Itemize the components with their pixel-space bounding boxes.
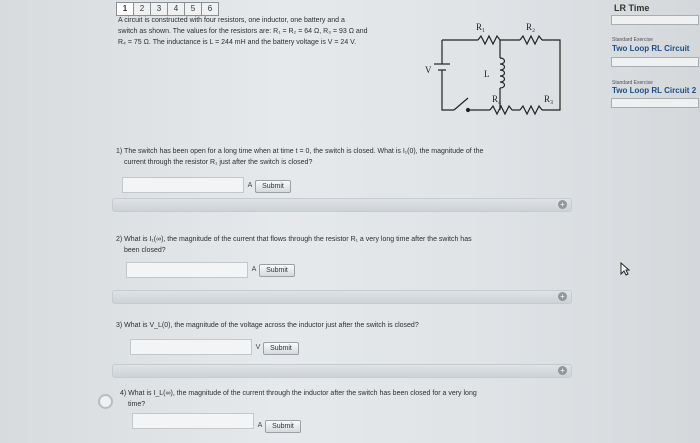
- submit-4-button[interactable]: Submit: [265, 420, 301, 433]
- sidebar-title: LR Time: [614, 3, 650, 13]
- sidebar-item-1-box: [611, 57, 699, 67]
- question-4-line-2: time?: [128, 401, 146, 408]
- tab-1[interactable]: 1: [116, 2, 134, 16]
- problem-line-1: A circuit is constructed with four resis…: [118, 17, 345, 24]
- answer-4-unit: A: [257, 422, 263, 429]
- tab-3[interactable]: 3: [150, 2, 168, 16]
- hint-bar-3[interactable]: +: [112, 364, 572, 378]
- sidebar: LR Time Standard Exercise Two Loop RL Ci…: [604, 0, 700, 443]
- question-2-line-2: been closed?: [124, 247, 166, 254]
- sidebar-item-2-link[interactable]: Two Loop RL Circuit 2: [612, 86, 696, 95]
- answer-3-input[interactable]: [130, 339, 252, 355]
- problem-statement: A circuit is constructed with four resis…: [118, 15, 428, 48]
- answer-2-input[interactable]: [126, 262, 248, 278]
- question-3-line-1: 3) What is V_L(0), the magnitude of the …: [116, 322, 419, 329]
- r3-label: R₃: [544, 94, 553, 104]
- page: 1 2 3 4 5 6 A circuit is constructed wit…: [0, 0, 700, 443]
- r1-label: R₁: [476, 22, 485, 32]
- answer-3-unit: V: [255, 344, 261, 351]
- expand-icon[interactable]: +: [558, 200, 567, 209]
- problem-panel: 1 2 3 4 5 6 A circuit is constructed wit…: [98, 0, 574, 443]
- r2-label: R₂: [526, 22, 535, 32]
- tab-6[interactable]: 6: [201, 2, 219, 16]
- hint-bar-2[interactable]: +: [112, 290, 572, 304]
- r4-label: R₄: [492, 94, 501, 104]
- expand-icon[interactable]: +: [558, 292, 567, 301]
- expand-icon[interactable]: +: [558, 366, 567, 375]
- inductor-label: L: [484, 69, 490, 79]
- answer-4-input[interactable]: [132, 413, 254, 429]
- status-radio: [98, 394, 113, 409]
- sidebar-progress-box: [611, 15, 699, 25]
- answer-1-unit: A: [247, 182, 253, 189]
- answer-1-input[interactable]: [122, 177, 244, 193]
- sidebar-item-1-link[interactable]: Two Loop RL Circuit: [612, 44, 689, 53]
- hint-bar-1[interactable]: +: [112, 198, 572, 212]
- sidebar-item-2-box: [611, 98, 699, 108]
- submit-3-button[interactable]: Submit: [263, 342, 299, 355]
- battery-label: V: [425, 65, 432, 75]
- question-1-line-1: 1) The switch has been open for a long t…: [116, 148, 484, 155]
- question-4: 4) What is I_L(∞), the magnitude of the …: [120, 388, 570, 410]
- question-2-line-1: 2) What is I₁(∞), the magnitude of the c…: [116, 236, 472, 243]
- tab-2[interactable]: 2: [133, 2, 151, 16]
- tab-4[interactable]: 4: [167, 2, 185, 16]
- part-tabs: 1 2 3 4 5 6: [116, 2, 219, 16]
- question-1-line-2: current through the resistor R₁ just aft…: [124, 159, 313, 166]
- sidebar-item-1-label: Standard Exercise: [612, 37, 653, 43]
- mouse-cursor-icon: [620, 262, 630, 276]
- question-2: 2) What is I₁(∞), the magnitude of the c…: [116, 234, 566, 256]
- problem-line-2: switch as shown. The values for the resi…: [118, 28, 368, 35]
- submit-2-button[interactable]: Submit: [259, 264, 295, 277]
- question-4-line-1: 4) What is I_L(∞), the magnitude of the …: [120, 390, 477, 397]
- circuit-diagram: R₁ R₂ R₃ R₄ V L: [425, 22, 561, 116]
- submit-1-button[interactable]: Submit: [255, 180, 291, 193]
- problem-line-3: R₄ = 75 Ω. The inductance is L = 244 mH …: [118, 39, 357, 46]
- question-3: 3) What is V_L(0), the magnitude of the …: [116, 320, 566, 331]
- answer-2-unit: A: [251, 266, 257, 273]
- tab-5[interactable]: 5: [184, 2, 202, 16]
- question-1: 1) The switch has been open for a long t…: [116, 146, 566, 168]
